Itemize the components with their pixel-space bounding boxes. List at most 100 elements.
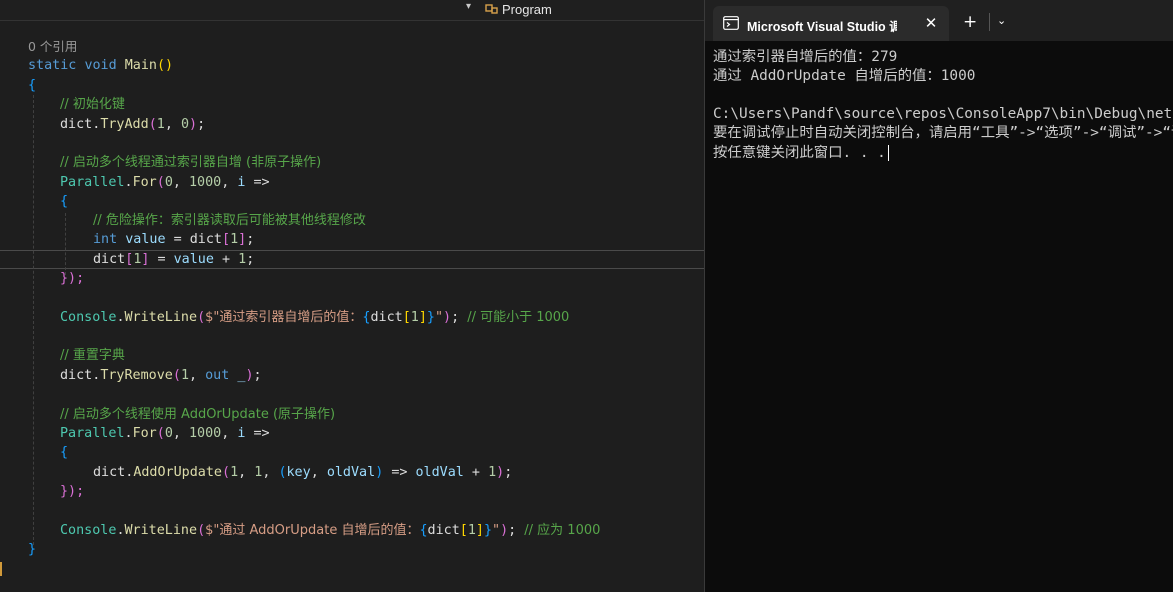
class-selector[interactable]: Program	[502, 2, 552, 17]
number: 1	[230, 465, 239, 480]
new-tab-button[interactable]: +	[963, 12, 977, 32]
number: 1	[254, 465, 263, 480]
chevron-down-icon[interactable]: ▾	[466, 1, 471, 12]
console-prompt-line: 按任意键关闭此窗口. . .	[713, 144, 889, 163]
semicolon: ;	[197, 117, 206, 132]
indent-guide	[33, 95, 34, 545]
code-line[interactable]: Parallel.For(0, 1000, i =>	[60, 173, 270, 192]
comment: // 初始化键	[60, 97, 125, 112]
identifier: dict	[189, 232, 222, 247]
method-call: TryRemove	[100, 368, 173, 383]
comment: // 可能小于 1000	[467, 310, 570, 325]
comment: // 启动多个线程通过索引器自增 (非原子操作)	[60, 155, 322, 170]
terminal-icon	[723, 16, 739, 30]
type-name: Console	[60, 310, 117, 325]
code-line[interactable]: {	[28, 76, 36, 95]
console-output-line: 通过 AddOrUpdate 自增后的值：1000	[713, 68, 976, 84]
string: "	[492, 523, 501, 538]
number: 0	[164, 426, 173, 441]
close-icon[interactable]: ✕	[921, 13, 941, 33]
closing: });	[60, 271, 85, 286]
console-output-line: C:\Users\Pandf\source\repos\ConsoleApp7\…	[713, 106, 1173, 122]
variable: value	[173, 252, 214, 267]
lambda-arrow: =>	[253, 175, 270, 190]
identifier: dict	[93, 465, 126, 480]
lambda-arrow: =>	[391, 465, 408, 480]
method-call: For	[132, 175, 157, 190]
comment: // 启动多个线程使用 AddOrUpdate (原子操作)	[60, 407, 336, 422]
number: 1000	[189, 426, 222, 441]
text-caret	[887, 145, 889, 161]
keyword: int	[93, 232, 118, 247]
parameter: i	[237, 175, 246, 190]
type-name: Console	[60, 523, 117, 538]
tab-title: Microsoft Visual Studio 调试控制台	[747, 20, 897, 34]
code-editor[interactable]: ▾ Program 0 个引用 static void Main() { // …	[0, 0, 704, 592]
debug-console-window[interactable]: Microsoft Visual Studio 调试控制台 ✕ + ⌄ 通过索引…	[704, 0, 1173, 592]
method-call: For	[132, 426, 157, 441]
code-line[interactable]: Console.WriteLine($"通过索引器自增后的值：{dict[1]}…	[60, 308, 569, 327]
parens: ()	[157, 58, 174, 73]
parameter: oldVal	[326, 465, 376, 480]
identifier: dict	[93, 252, 126, 267]
code-line[interactable]: dict[1] = value + 1;	[93, 250, 254, 269]
keyword: out	[205, 368, 230, 383]
brace: }	[28, 542, 37, 557]
parameter: oldVal	[415, 465, 464, 480]
fold-marker	[0, 562, 2, 576]
reference-count[interactable]: 0 个引用	[28, 39, 77, 54]
code-line[interactable]: // 启动多个线程使用 AddOrUpdate (原子操作)	[60, 405, 335, 424]
code-line[interactable]: });	[60, 482, 84, 501]
identifier: dict	[60, 117, 93, 132]
code-line[interactable]: // 启动多个线程通过索引器自增 (非原子操作)	[60, 153, 321, 172]
identifier: dict	[60, 368, 93, 383]
console-output-line: 要在调试停止时自动关闭控制台，请启用“工具”->“选项”->“调试”->“调试停…	[713, 125, 1173, 141]
code-line[interactable]: 0 个引用	[28, 37, 77, 56]
parameter: key	[286, 465, 311, 480]
indent-guide	[65, 213, 66, 275]
type-name: Parallel	[60, 426, 125, 441]
variable: value	[125, 232, 166, 247]
brace: {	[28, 78, 37, 93]
keyword: static	[28, 58, 77, 73]
code-line[interactable]: // 危险操作：索引器读取后可能被其他线程修改	[93, 211, 366, 230]
comment: // 应为 1000	[524, 523, 601, 538]
lambda-arrow: =>	[253, 426, 270, 441]
code-line[interactable]: static void Main()	[28, 56, 173, 75]
code-line[interactable]: dict.TryRemove(1, out _);	[60, 366, 262, 385]
chevron-down-icon[interactable]: ⌄	[997, 14, 1006, 27]
number: 0	[180, 117, 189, 132]
console-tab[interactable]: Microsoft Visual Studio 调试控制台 ✕	[713, 6, 949, 41]
console-output-line: 按任意键关闭此窗口. . .	[713, 145, 886, 161]
string: "	[434, 310, 444, 325]
code-line[interactable]: }	[28, 540, 36, 559]
parameter: i	[237, 426, 246, 441]
number: 0	[164, 175, 173, 190]
number: 1	[156, 117, 165, 132]
brace: {	[60, 194, 69, 209]
console-output-line: 通过索引器自增后的值：279	[713, 49, 898, 65]
number: 1000	[189, 175, 222, 190]
code-line[interactable]: dict.AddOrUpdate(1, 1, (key, oldVal) => …	[93, 463, 512, 482]
code-line[interactable]: {	[60, 443, 68, 462]
navigation-bar: ▾ Program	[0, 0, 704, 21]
number: 1	[180, 368, 189, 383]
code-line[interactable]: // 重置字典	[60, 346, 125, 365]
method-name: Main	[124, 58, 157, 73]
code-line[interactable]: int value = dict[1];	[93, 230, 254, 249]
string: $"通过 AddOrUpdate 自增后的值：	[205, 523, 420, 538]
code-line[interactable]: });	[60, 269, 84, 288]
number: 1	[488, 465, 497, 480]
type-name: Parallel	[60, 175, 125, 190]
code-line[interactable]: {	[60, 192, 68, 211]
closing: });	[60, 484, 85, 499]
code-line[interactable]: // 初始化键	[60, 95, 125, 114]
code-line[interactable]: Console.WriteLine($"通过 AddOrUpdate 自增后的值…	[60, 521, 600, 540]
method-call: TryAdd	[100, 117, 149, 132]
code-line[interactable]: Parallel.For(0, 1000, i =>	[60, 424, 270, 443]
method-call: AddOrUpdate	[133, 465, 222, 480]
method-call: WriteLine	[124, 310, 198, 325]
keyword: void	[84, 58, 117, 73]
code-line[interactable]: dict.TryAdd(1, 0);	[60, 115, 205, 134]
divider	[989, 13, 990, 31]
